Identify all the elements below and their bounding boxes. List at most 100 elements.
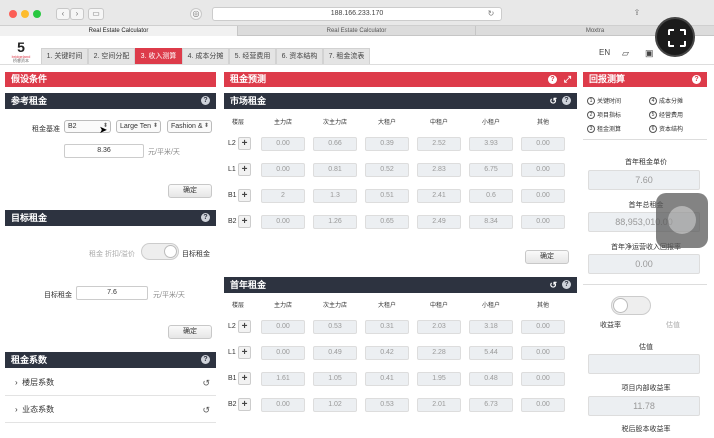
rent-cell[interactable]: 3.18 [469, 320, 513, 334]
rent-cell[interactable]: 0.49 [313, 346, 357, 360]
help-icon[interactable]: ? [562, 280, 571, 289]
help-icon[interactable]: ? [548, 75, 557, 84]
reset-icon[interactable]: ↺ [202, 397, 210, 423]
yield-valuation-toggle[interactable] [611, 296, 651, 315]
rent-cell[interactable]: 0.42 [365, 346, 409, 360]
tab-capital-structure[interactable]: 6. 资本结构 [276, 48, 323, 64]
add-row-button[interactable]: + [238, 320, 251, 333]
rent-cell[interactable]: 2.83 [417, 163, 461, 177]
tab-key-time[interactable]: 1. 关键时间 [41, 48, 88, 64]
rent-cell[interactable]: 2.41 [417, 189, 461, 203]
legend-item[interactable]: 3 租金测算 [587, 124, 621, 134]
legend-item[interactable]: 5 经营费用 [649, 110, 683, 120]
rent-cell[interactable]: 5.44 [469, 346, 513, 360]
rent-cell[interactable]: 0.53 [313, 320, 357, 334]
rent-cell[interactable]: 1.05 [313, 372, 357, 386]
rent-cell[interactable]: 0.00 [521, 189, 565, 203]
address-bar[interactable]: 188.166.233.170 [212, 7, 502, 21]
rent-cell[interactable]: 0.00 [521, 320, 565, 334]
rent-cell[interactable]: 0.00 [261, 163, 305, 177]
target-rent-field[interactable]: 7.6 [76, 286, 148, 300]
rent-cell[interactable]: 0.81 [313, 163, 357, 177]
rent-cell[interactable]: 0.00 [261, 346, 305, 360]
rent-cell[interactable]: 0.00 [521, 163, 565, 177]
save-icon[interactable]: ▣ [645, 48, 654, 59]
add-row-button[interactable]: + [238, 372, 251, 385]
add-row-button[interactable]: + [238, 137, 251, 150]
format-coef-item[interactable]: › 业态系数 ↺ [5, 397, 216, 423]
ref-rent-value-field[interactable]: 8.36 [64, 144, 144, 158]
rent-cell[interactable]: 2.03 [417, 320, 461, 334]
rent-cell[interactable]: 2.28 [417, 346, 461, 360]
back-button[interactable]: ‹ [56, 8, 70, 20]
rent-cell[interactable]: 1.95 [417, 372, 461, 386]
add-row-button[interactable]: + [238, 189, 251, 202]
rent-cell[interactable]: 0.00 [521, 398, 565, 412]
add-row-button[interactable]: + [238, 215, 251, 228]
tenant-size-select[interactable]: Large Ten ⬍ [116, 120, 161, 133]
scroll-handle[interactable] [656, 193, 708, 248]
recording-overlay-button[interactable] [655, 17, 695, 57]
rent-cell[interactable]: 0.39 [365, 137, 409, 151]
legend-item[interactable]: 1 关键时间 [587, 96, 621, 106]
rent-cell[interactable]: 1.3 [313, 189, 357, 203]
help-icon[interactable]: ? [201, 96, 210, 105]
legend-item[interactable]: 4 成本分摊 [649, 96, 683, 106]
sidebar-toggle-icon[interactable]: ▭ [88, 8, 104, 20]
language-toggle[interactable]: EN [599, 48, 610, 57]
rent-cell[interactable]: 1.61 [261, 372, 305, 386]
minimize-window-button[interactable] [21, 10, 29, 18]
floor-coef-item[interactable]: › 楼层系数 ↺ [5, 370, 216, 396]
rent-cell[interactable]: 2.49 [417, 215, 461, 229]
tab-cost-allocation[interactable]: 4. 成本分摊 [182, 48, 229, 64]
rent-cell[interactable]: 3.93 [469, 137, 513, 151]
rent-cell[interactable]: 0.00 [261, 398, 305, 412]
rent-cell[interactable]: 2 [261, 189, 305, 203]
help-icon[interactable]: ? [562, 96, 571, 105]
add-row-button[interactable]: + [238, 346, 251, 359]
rent-cell[interactable]: 0.51 [365, 189, 409, 203]
format-select[interactable]: Fashion & ⬍ [167, 120, 212, 133]
browser-tab[interactable]: Real Estate Calculator [238, 26, 476, 36]
close-window-button[interactable] [9, 10, 17, 18]
reset-icon[interactable]: ↺ [549, 93, 557, 109]
rent-cell[interactable]: 0.6 [469, 189, 513, 203]
rent-cell[interactable]: 6.73 [469, 398, 513, 412]
help-icon[interactable]: ? [201, 355, 210, 364]
share-icon[interactable]: ⇪ [630, 8, 644, 20]
reset-icon[interactable]: ↺ [549, 277, 557, 293]
rent-cell[interactable]: 2.52 [417, 137, 461, 151]
tab-rent-flow[interactable]: 7. 租金流表 [323, 48, 370, 64]
help-icon[interactable]: ? [692, 75, 701, 84]
folder-icon[interactable]: ▱ [622, 48, 629, 59]
legend-item[interactable]: 6 资本结构 [649, 124, 683, 134]
rent-cell[interactable]: 0.00 [261, 320, 305, 334]
rent-cell[interactable]: 0.00 [521, 137, 565, 151]
add-row-button[interactable]: + [238, 398, 251, 411]
rent-cell[interactable]: 0.00 [521, 215, 565, 229]
ref-rent-confirm-button[interactable]: 确定 [168, 184, 212, 198]
target-rent-toggle[interactable] [141, 243, 179, 260]
rent-cell[interactable]: 0.48 [469, 372, 513, 386]
rent-cell[interactable]: 0.53 [365, 398, 409, 412]
rent-cell[interactable]: 2.01 [417, 398, 461, 412]
privacy-icon[interactable]: ◎ [190, 8, 202, 20]
rent-cell[interactable]: 1.26 [313, 215, 357, 229]
tab-space-allocation[interactable]: 2. 空间分配 [88, 48, 135, 64]
rent-cell[interactable]: 0.41 [365, 372, 409, 386]
rent-cell[interactable]: 6.75 [469, 163, 513, 177]
tab-operating-expense[interactable]: 5. 经营费用 [229, 48, 276, 64]
reload-icon[interactable]: ↻ [484, 9, 498, 21]
rent-cell[interactable]: 0.00 [261, 137, 305, 151]
market-rent-confirm-button[interactable]: 确定 [525, 250, 569, 264]
rent-cell[interactable]: 8.34 [469, 215, 513, 229]
rent-cell[interactable]: 0.66 [313, 137, 357, 151]
maximize-window-button[interactable] [33, 10, 41, 18]
help-icon[interactable]: ? [201, 213, 210, 222]
expand-icon[interactable]: ⤢ [564, 72, 571, 87]
legend-item[interactable]: 2 项目指标 [587, 110, 621, 120]
tab-income-calc[interactable]: 3. 收入测算 [135, 48, 182, 64]
rent-cell[interactable]: 0.52 [365, 163, 409, 177]
add-row-button[interactable]: + [238, 163, 251, 176]
target-rent-confirm-button[interactable]: 确定 [168, 325, 212, 339]
